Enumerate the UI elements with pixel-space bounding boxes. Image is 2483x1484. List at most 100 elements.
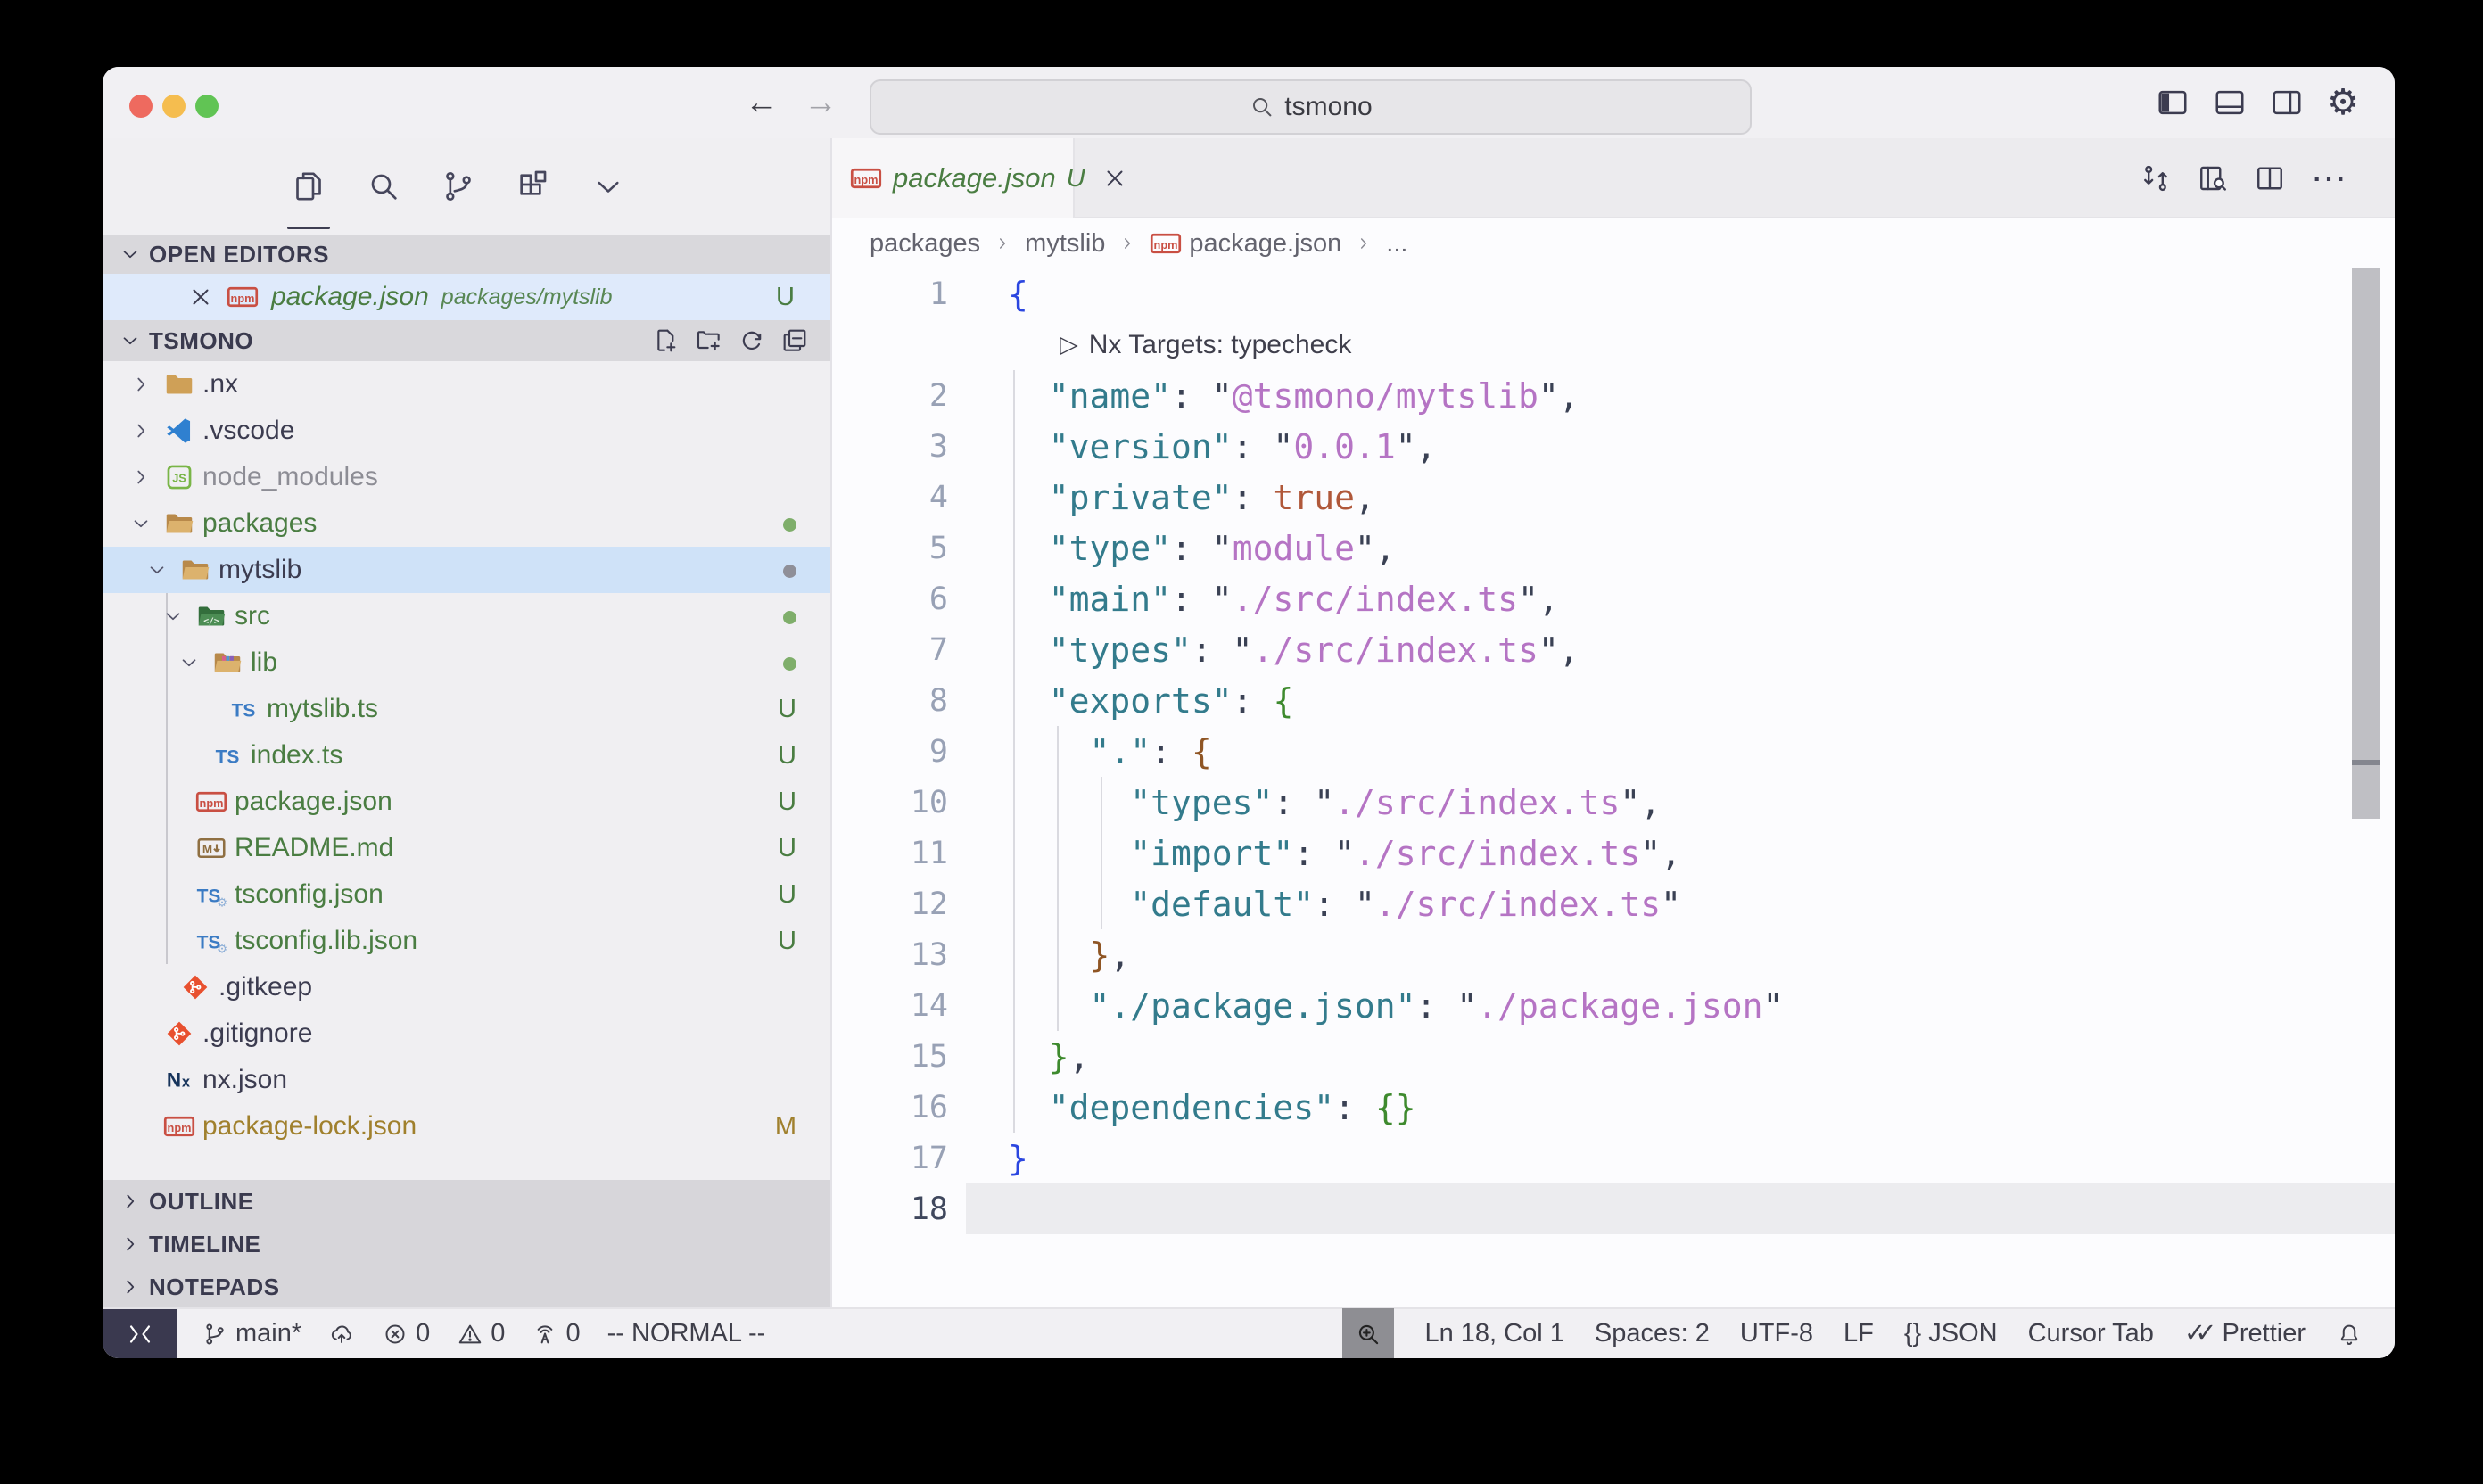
code-line-13[interactable]: 13 },	[832, 929, 2395, 980]
tree-item-node_modules[interactable]: JSnode_modules	[103, 454, 830, 500]
maximize-window-button[interactable]	[195, 95, 219, 118]
chevron-down-icon[interactable]	[122, 512, 160, 535]
tree-item-lib[interactable]: lib	[103, 639, 830, 686]
code-line-7[interactable]: 7 "types": "./src/index.ts",	[832, 624, 2395, 675]
breadcrumb-item[interactable]: mytslib	[1025, 229, 1105, 259]
status-item-utf-8[interactable]: UTF-8	[1740, 1319, 1813, 1348]
close-tab-icon[interactable]	[1101, 165, 1128, 192]
open-preview-icon[interactable]	[2197, 162, 2229, 194]
tree-item-src[interactable]: </>src	[103, 593, 830, 639]
tree-item-nx.json[interactable]: Nxnx.json	[103, 1057, 830, 1103]
layout-sidebar-right-icon[interactable]	[2270, 86, 2304, 120]
code-line-8[interactable]: 8 "exports": {	[832, 675, 2395, 726]
code-text: "default": "./src/index.ts"	[1008, 885, 1681, 924]
tree-item-index.ts[interactable]: TSindex.tsU	[103, 732, 830, 779]
chevron-down-icon[interactable]	[138, 558, 176, 581]
tree-item-.gitkeep[interactable]: .gitkeep	[103, 964, 830, 1010]
breadcrumb-item[interactable]: packages	[870, 229, 980, 259]
status-item-json[interactable]: {}JSON	[1904, 1319, 1998, 1348]
status-item-ln-18-col-1[interactable]: Ln 18, Col 1	[1424, 1319, 1563, 1348]
status-item-spaces-2[interactable]: Spaces: 2	[1595, 1319, 1710, 1348]
tree-item-package-lock.json[interactable]: npmpackage-lock.jsonM	[103, 1103, 830, 1150]
remote-indicator[interactable]	[103, 1309, 177, 1358]
activity-extensions-button[interactable]	[510, 138, 557, 235]
activity-files-button[interactable]	[285, 138, 332, 235]
section-timeline[interactable]: TIMELINE	[103, 1223, 830, 1266]
code-line-14[interactable]: 14 "./package.json": "./package.json"	[832, 980, 2395, 1031]
status-item-zoom-in[interactable]	[1342, 1308, 1394, 1358]
minimize-window-button[interactable]	[162, 95, 186, 118]
status-item-main-[interactable]: main*	[202, 1319, 301, 1348]
status-item-lf[interactable]: LF	[1844, 1319, 1874, 1348]
code-line-4[interactable]: 4 "private": true,	[832, 472, 2395, 523]
status-item-0[interactable]: 0	[532, 1319, 580, 1348]
activity-source-control-button[interactable]	[435, 138, 482, 235]
status-item-cloud-upload[interactable]	[328, 1321, 355, 1348]
section-notepads[interactable]: NOTEPADS	[103, 1266, 830, 1308]
refresh-icon[interactable]	[738, 326, 766, 355]
explorer-section-header[interactable]: TSMONO	[103, 320, 830, 361]
code-line-6[interactable]: 6 "main": "./src/index.ts",	[832, 573, 2395, 624]
ellipsis-icon[interactable]: ⋯	[2311, 161, 2348, 196]
tree-item-.vscode[interactable]: .vscode	[103, 408, 830, 454]
tree-item-packages[interactable]: packages	[103, 500, 830, 547]
chevron-down-icon[interactable]	[170, 651, 208, 674]
code-line-18[interactable]: 18	[832, 1183, 2395, 1234]
compare-changes-icon[interactable]	[2140, 162, 2172, 194]
editor-scrollbar[interactable]	[2352, 268, 2380, 819]
code-editor[interactable]: 1{▷Nx Targets: typecheck2 "name": "@tsmo…	[832, 268, 2395, 1307]
layout-sidebar-left-icon[interactable]	[2156, 86, 2190, 120]
back-arrow-icon[interactable]: ←	[745, 84, 779, 122]
code-line-11[interactable]: 11 "import": "./src/index.ts",	[832, 828, 2395, 878]
status-item-prettier[interactable]: ✓✓Prettier	[2184, 1319, 2306, 1348]
activity-chevron-down-button[interactable]	[585, 138, 631, 235]
split-editor-icon[interactable]	[2254, 162, 2286, 194]
new-folder-icon[interactable]	[695, 326, 723, 355]
chevron-down-icon[interactable]	[154, 605, 192, 628]
breadcrumb-item[interactable]: ...	[1386, 229, 1407, 259]
code-line-9[interactable]: 9 ".": {	[832, 726, 2395, 777]
command-center-search[interactable]: tsmono	[870, 79, 1752, 135]
chevron-right-icon[interactable]	[122, 373, 160, 396]
gear-icon[interactable]: ⚙	[2327, 85, 2359, 120]
tree-item-package.json[interactable]: npmpackage.jsonU	[103, 779, 830, 825]
tab-package-json[interactable]: npm package.json U	[832, 138, 1075, 218]
tree-item-.gitignore[interactable]: .gitignore	[103, 1010, 830, 1057]
tree-item-tsconfig.json[interactable]: TS⚙tsconfig.jsonU	[103, 871, 830, 918]
status-item-0[interactable]: 0	[382, 1319, 430, 1348]
open-editor-item[interactable]: npm package.json packages/mytslib U	[103, 274, 830, 320]
status-item--normal-[interactable]: -- NORMAL --	[607, 1319, 766, 1348]
code-line-17[interactable]: 17}	[832, 1133, 2395, 1183]
code-line-2[interactable]: 2 "name": "@tsmono/mytslib",	[832, 370, 2395, 421]
status-item-0[interactable]: 0	[457, 1319, 505, 1348]
forward-arrow-icon[interactable]: →	[804, 84, 837, 122]
tree-item-README.md[interactable]: MREADME.mdU	[103, 825, 830, 871]
code-line-15[interactable]: 15 },	[832, 1031, 2395, 1082]
tree-item-mytslib[interactable]: mytslib	[103, 547, 830, 593]
open-editors-header[interactable]: OPEN EDITORS	[103, 235, 830, 274]
code-line-12[interactable]: 12 "default": "./src/index.ts"	[832, 878, 2395, 929]
code-line-10[interactable]: 10 "types": "./src/index.ts",	[832, 777, 2395, 828]
chevron-right-icon[interactable]	[122, 466, 160, 489]
layout-panel-bottom-icon[interactable]	[2213, 86, 2247, 120]
codelens-nx-targets[interactable]: ▷Nx Targets: typecheck	[832, 319, 2395, 370]
collapse-all-icon[interactable]	[780, 326, 809, 355]
chevron-right-icon[interactable]	[122, 419, 160, 442]
code-line-3[interactable]: 3 "version": "0.0.1",	[832, 421, 2395, 472]
tree-item-label: index.ts	[251, 740, 342, 771]
tree-item-tsconfig.lib.json[interactable]: TS⚙tsconfig.lib.jsonU	[103, 918, 830, 964]
close-window-button[interactable]	[129, 95, 153, 118]
close-icon[interactable]	[187, 284, 214, 310]
folder-src-icon: </>	[192, 603, 231, 630]
tree-item-.nx[interactable]: .nx	[103, 361, 830, 408]
new-file-icon[interactable]	[652, 326, 681, 355]
activity-search-button[interactable]	[360, 138, 407, 235]
status-item-cursor-tab[interactable]: Cursor Tab	[2028, 1319, 2154, 1348]
tree-item-mytslib.ts[interactable]: TSmytslib.tsU	[103, 686, 830, 732]
code-line-1[interactable]: 1{	[832, 268, 2395, 319]
status-item-bell[interactable]	[2336, 1321, 2363, 1348]
section-outline[interactable]: OUTLINE	[103, 1180, 830, 1223]
code-line-16[interactable]: 16 "dependencies": {}	[832, 1082, 2395, 1133]
breadcrumb-item[interactable]: npmpackage.json	[1150, 229, 1341, 259]
code-line-5[interactable]: 5 "type": "module",	[832, 523, 2395, 573]
